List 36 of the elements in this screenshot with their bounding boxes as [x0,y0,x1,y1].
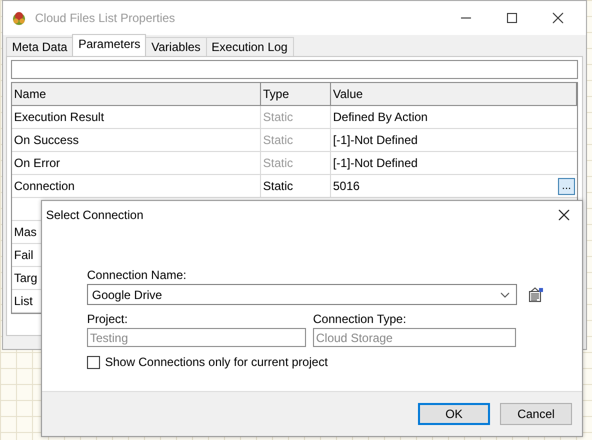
tab[interactable]: Execution Log [206,37,294,56]
close-icon[interactable] [558,209,570,221]
table-cell: Execution Result [12,106,261,128]
table-cell: Static [261,129,331,151]
column-header[interactable]: Type [261,83,331,105]
connection-dropdown[interactable]: Google Drive [87,284,517,305]
table-cell: [-1]-Not Defined [333,133,418,147]
table-cell: Static [261,152,331,174]
table-cell: Defined By Action [333,110,428,124]
filter-field[interactable] [11,60,578,79]
dialog-title: Select Connection [46,208,144,222]
checkbox[interactable] [87,356,100,368]
field-label: Project: [87,312,129,326]
table-cell: Connection [12,175,261,197]
tab[interactable]: Parameters [72,34,146,56]
checkbox-label: Show Connections only for current project [105,355,328,369]
column-header[interactable]: Name [12,83,261,105]
window-title: Cloud Files List Properties [35,11,176,25]
table-cell: On Error [12,152,261,174]
field-label: Connection Type: [313,312,408,326]
properties-icon[interactable] [528,286,544,302]
table-cell: Static [261,175,331,197]
dialog-button[interactable]: Cancel [500,403,572,425]
close-icon[interactable] [552,12,564,24]
table-cell: [-1]-Not Defined [333,156,418,170]
table-cell: 5016 [333,179,360,193]
maximize-icon[interactable] [506,12,518,24]
table-cell: Static [261,106,331,128]
field-label: Connection Name: [87,268,188,282]
app-icon [11,10,27,26]
chevron-down-icon [500,292,510,298]
tab[interactable]: Meta Data [6,37,74,56]
dialog-button[interactable]: OK [418,403,490,425]
browse-button[interactable]: ... [558,178,575,194]
column-header[interactable]: Value [331,83,577,105]
table-cell: On Success [12,129,261,151]
